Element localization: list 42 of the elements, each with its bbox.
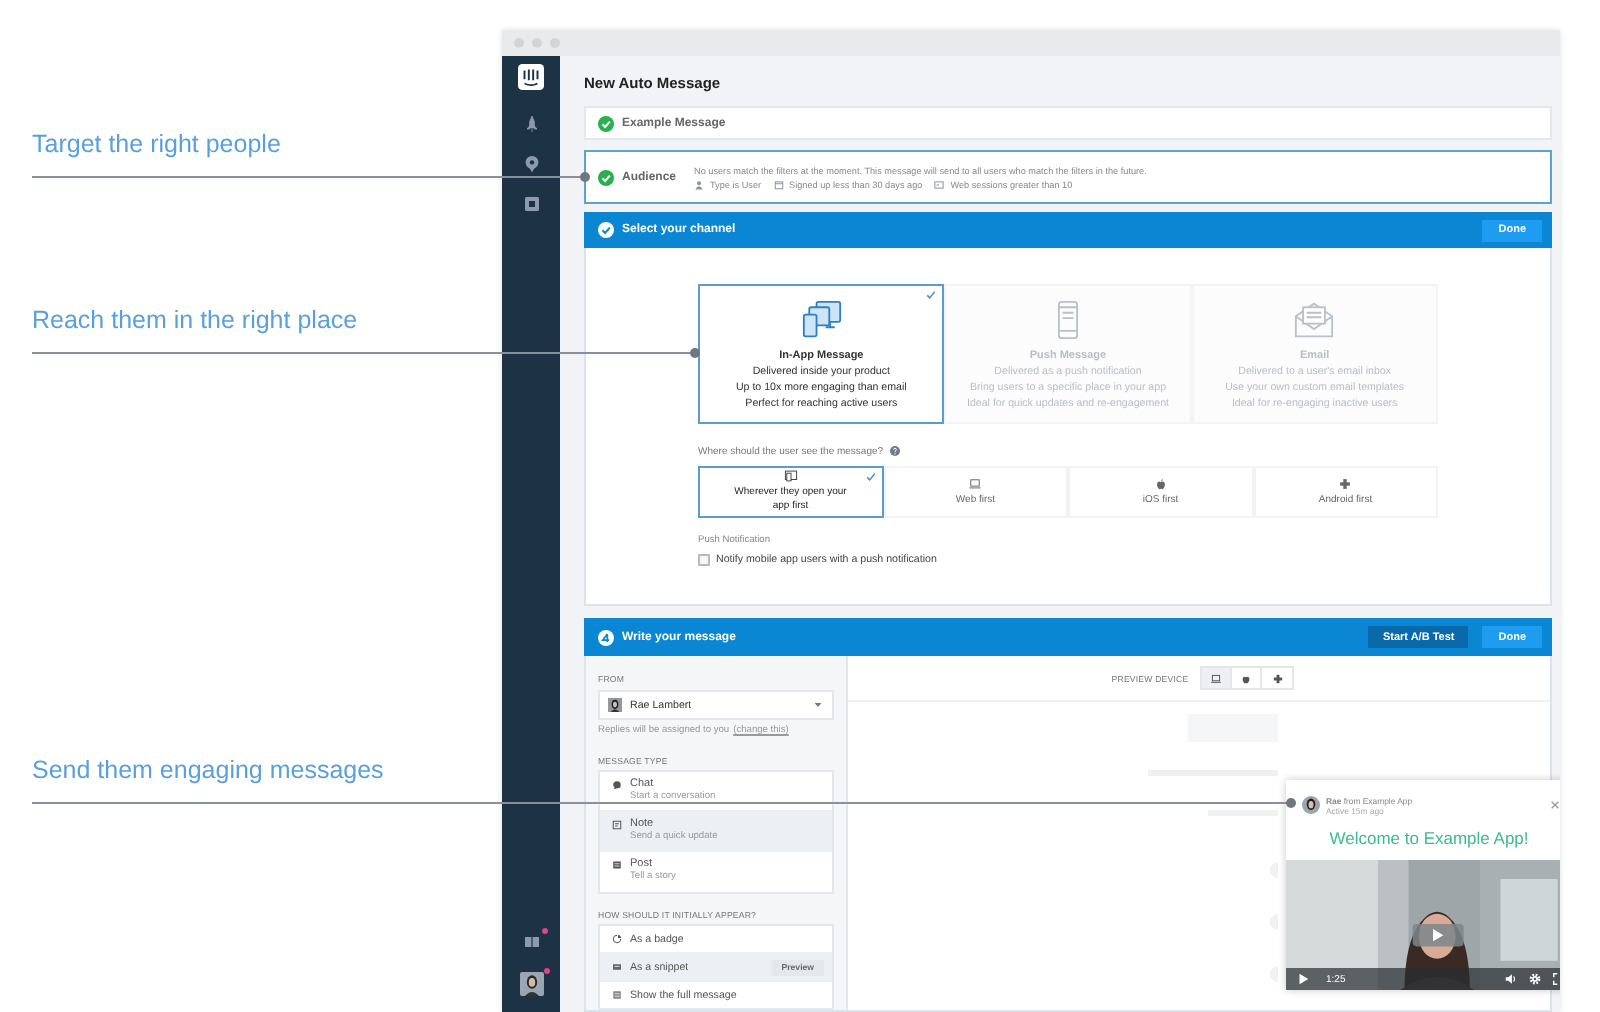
help-icon[interactable] [889,446,900,456]
check-icon [598,222,614,238]
step-number-icon [598,629,614,645]
caret-icon [814,702,822,708]
logo-icon[interactable] [518,64,544,90]
pin-icon[interactable] [521,154,541,174]
rocket-icon[interactable] [521,114,541,134]
callout-text: Send them engaging messages [32,754,384,786]
apple-icon [1153,477,1168,489]
play-icon[interactable] [1296,972,1310,986]
apple-icon [1240,673,1253,683]
book-icon[interactable] [521,932,541,952]
user-avatar[interactable] [519,972,543,996]
android-icon [1338,477,1353,489]
avatar-icon [1302,796,1320,814]
device-tab[interactable] [1202,668,1233,688]
plus-icon [1271,673,1284,683]
full-message-icon [612,990,622,1000]
checkmark-icon [926,290,937,300]
callout-text: Target the right people [32,128,281,160]
avatar-icon [608,696,622,714]
person-icon [694,179,704,189]
screens-icon [783,470,798,482]
snippet-icon [612,962,622,972]
badge-icon [612,934,622,944]
envelope-icon [1292,300,1337,340]
calendar-icon [773,179,784,189]
welcome-headline: Welcome to Example App! [1327,828,1531,848]
box-icon[interactable] [521,194,541,214]
close-icon[interactable] [1550,800,1560,810]
settings-icon[interactable] [1528,972,1542,986]
devices-icon [799,300,844,340]
checkbox[interactable] [698,554,710,566]
note-icon [612,819,622,829]
laptop-icon [1210,673,1223,683]
callout-text: Reach them in the right place [32,304,358,336]
window-icon [934,179,945,189]
volume-icon[interactable] [1504,972,1518,986]
document-icon [612,859,622,869]
checkmark-icon [865,472,875,482]
speech-bubble-icon [612,779,622,789]
laptop-icon [968,477,983,489]
